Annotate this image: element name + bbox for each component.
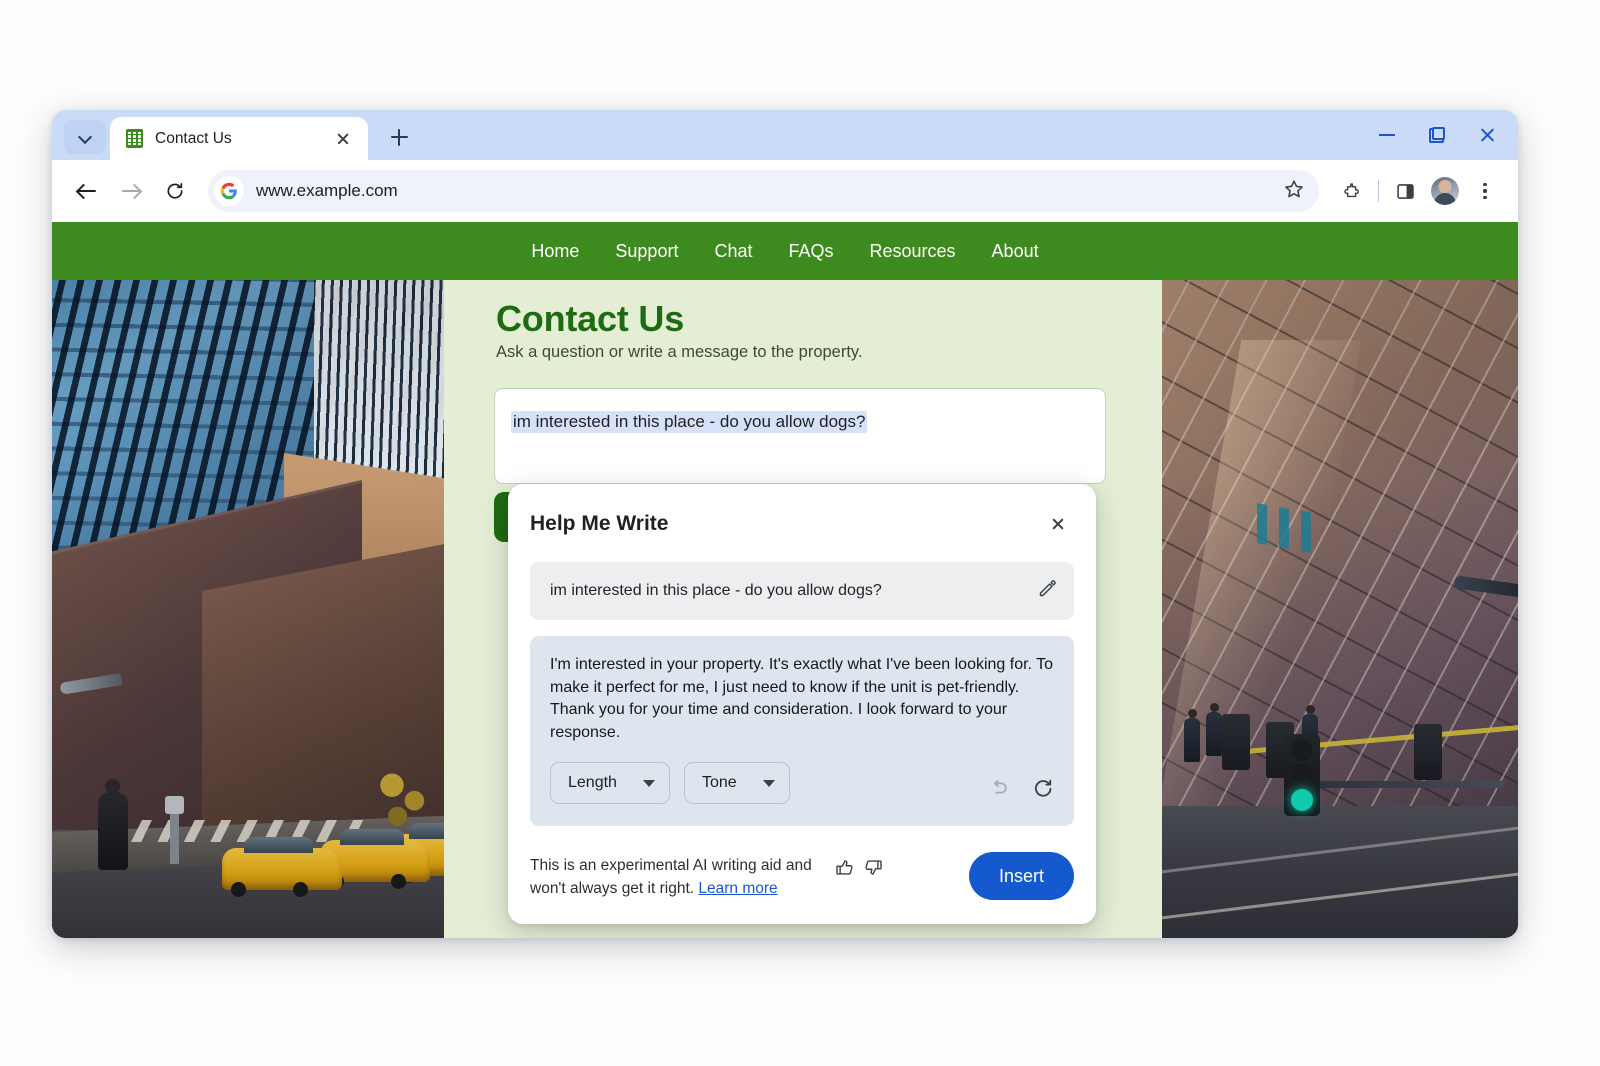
disclaimer-line1: This is an experimental AI writing aid a…: [530, 857, 812, 875]
result-actions: [988, 777, 1054, 804]
refresh-button[interactable]: [1032, 777, 1054, 804]
length-dropdown[interactable]: Length: [550, 762, 670, 804]
refresh-icon: [1035, 779, 1052, 797]
dialog-header: Help Me Write: [508, 484, 1096, 540]
star-icon: [1285, 179, 1303, 197]
tab-close-icon[interactable]: [330, 126, 356, 152]
message-textarea[interactable]: im interested in this place - do you all…: [494, 388, 1106, 484]
nav-item-support[interactable]: Support: [615, 241, 678, 262]
prompt-text: im interested in this place - do you all…: [550, 582, 882, 599]
window-controls: [1364, 110, 1518, 160]
dialog-title: Help Me Write: [530, 512, 669, 535]
message-textarea-value: im interested in this place - do you all…: [511, 411, 868, 433]
page-subtitle: Ask a question or write a message to the…: [496, 343, 863, 361]
new-tab-button[interactable]: [384, 122, 414, 152]
site-navigation: Home Support Chat FAQs Resources About: [52, 222, 1518, 280]
dialog-close-button[interactable]: [1042, 508, 1074, 540]
chevron-down-icon: [79, 131, 91, 143]
extensions-button[interactable]: [1333, 172, 1371, 210]
tab-strip: Contact Us: [52, 110, 1518, 160]
plus-icon: [390, 128, 408, 146]
green-grid-favicon: [126, 129, 143, 148]
profile-button[interactable]: [1426, 172, 1464, 210]
generated-text: I'm interested in your property. It's ex…: [550, 656, 1054, 742]
dialog-footer: This is an experimental AI writing aid a…: [508, 852, 1096, 924]
avatar: [1431, 177, 1459, 205]
length-label: Length: [568, 774, 617, 791]
kebab-menu-icon: [1483, 182, 1487, 200]
left-photo-city-taxis: [52, 280, 444, 938]
pencil-icon: [1039, 580, 1056, 597]
right-photo-office-traffic-light: [1162, 280, 1518, 938]
help-me-write-dialog: Help Me Write im interested in this plac…: [508, 484, 1096, 924]
back-arrow-icon: [77, 181, 97, 201]
tone-label: Tone: [701, 774, 737, 791]
forward-button[interactable]: [112, 172, 150, 210]
thumb-down-icon: [865, 860, 882, 875]
tone-dropdown[interactable]: Tone: [683, 762, 790, 804]
reload-button[interactable]: [156, 172, 194, 210]
reload-icon: [167, 183, 183, 199]
feedback-buttons: [834, 855, 884, 883]
thumb-up-button[interactable]: [834, 857, 855, 883]
result-option-chips: Length Tone: [550, 762, 790, 804]
address-bar[interactable]: www.example.com: [208, 170, 1319, 212]
browser-toolbar: www.example.com: [52, 160, 1518, 222]
restore-button[interactable]: [1414, 115, 1460, 155]
contact-form-area: Contact Us Ask a question or write a mes…: [444, 280, 1162, 938]
tab-search-icon[interactable]: [64, 120, 106, 154]
url-text: www.example.com: [256, 181, 398, 200]
undo-button[interactable]: [988, 777, 1010, 804]
forward-arrow-icon: [121, 181, 141, 201]
generated-result-card: I'm interested in your property. It's ex…: [530, 636, 1074, 826]
nav-item-home[interactable]: Home: [531, 241, 579, 262]
page-content: Contact Us Ask a question or write a mes…: [52, 280, 1518, 938]
thumb-down-button[interactable]: [863, 857, 884, 883]
puzzle-icon: [1343, 182, 1359, 197]
nav-item-resources[interactable]: Resources: [870, 241, 956, 262]
chevron-down-icon: [642, 779, 655, 787]
insert-button[interactable]: Insert: [968, 852, 1074, 900]
bookmark-button[interactable]: [1283, 178, 1311, 205]
toolbar-icons: [1333, 172, 1504, 210]
browser-window: Contact Us www.example.com Home Support …: [52, 110, 1518, 938]
edit-prompt-button[interactable]: [1037, 578, 1058, 604]
prompt-field[interactable]: im interested in this place - do you all…: [530, 562, 1074, 620]
back-button[interactable]: [68, 172, 106, 210]
page-title: Contact Us: [496, 298, 685, 339]
thumb-up-icon: [836, 860, 853, 875]
close-window-button[interactable]: [1464, 115, 1510, 155]
undo-icon: [993, 779, 1007, 794]
toolbar-divider: [1378, 180, 1379, 202]
minimize-button[interactable]: [1364, 115, 1410, 155]
close-icon: [1051, 517, 1065, 531]
tab-title: Contact Us: [155, 129, 232, 147]
disclaimer-line2: won't always get it right.: [530, 879, 699, 897]
nav-item-about[interactable]: About: [992, 241, 1039, 262]
browser-tab[interactable]: Contact Us: [110, 117, 368, 160]
browser-menu-button[interactable]: [1466, 172, 1504, 210]
learn-more-link[interactable]: Learn more: [698, 880, 777, 897]
side-panel-button[interactable]: [1386, 172, 1424, 210]
chevron-down-icon: [762, 779, 775, 787]
disclaimer-area: This is an experimental AI writing aid a…: [530, 855, 884, 900]
nav-item-chat[interactable]: Chat: [714, 241, 752, 262]
disclaimer-text: This is an experimental AI writing aid a…: [530, 855, 822, 900]
google-g-icon: [214, 176, 244, 206]
page-viewport: Home Support Chat FAQs Resources About C…: [52, 222, 1518, 938]
nav-item-faqs[interactable]: FAQs: [788, 241, 833, 262]
side-panel-icon: [1396, 183, 1414, 199]
